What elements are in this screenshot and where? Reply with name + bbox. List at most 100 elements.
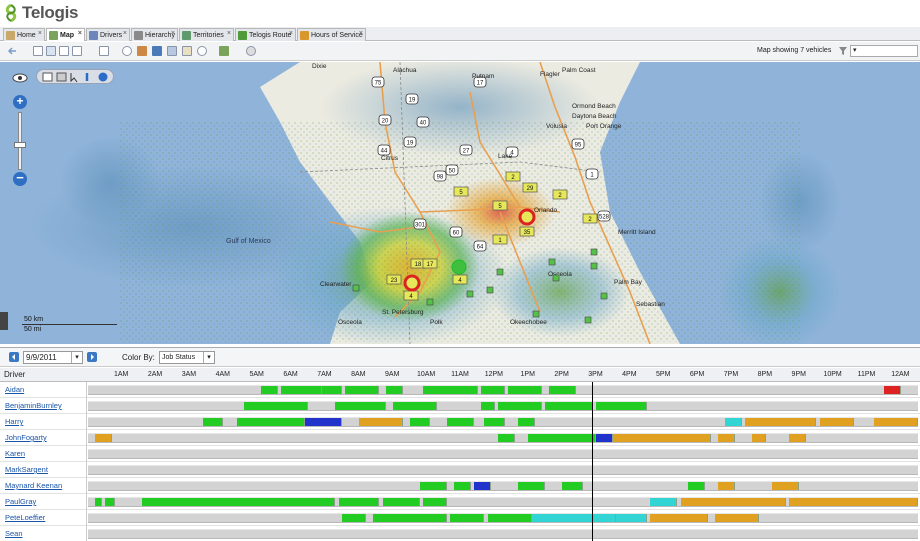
job-segment-completed[interactable] [545,402,593,410]
driver-name-link[interactable]: Harry [5,417,23,426]
job-segment-completed[interactable] [518,482,546,490]
select-mode-icon[interactable] [42,72,53,82]
routes-icon[interactable] [152,46,162,56]
job-segment-completed[interactable] [497,402,542,410]
map-view[interactable]: 75 19 20 40 19 44 50 4 98 27 60 95 1 17 301 64 528 Dixie… [0,62,920,344]
job-segment-scheduled[interactable] [718,482,736,490]
date-picker[interactable]: 9/9/2011 ▾ [23,351,83,364]
job-segment-scheduled[interactable] [680,498,786,506]
driver-row[interactable]: JohnFogarty [0,430,920,446]
driver-name-link[interactable]: BenjaminBurnley [5,401,62,410]
zoom-out-button[interactable]: − [13,171,27,186]
job-segment-completed[interactable] [142,498,336,506]
vehicle-marker[interactable]: 5 [453,186,469,197]
job-segment-completed[interactable] [321,386,343,394]
driver-name-link[interactable]: Aidan [5,385,24,394]
job-segment-completed[interactable] [335,402,387,410]
driver-column-header[interactable]: Driver [4,370,25,379]
vehicles-icon[interactable] [137,46,147,56]
job-segment-en-route[interactable] [592,514,617,522]
stop-marker[interactable] [600,292,608,300]
job-segment-completed[interactable] [342,514,366,522]
job-segment-scheduled[interactable] [359,418,404,426]
chevron-down-icon[interactable]: ▾ [203,352,214,363]
stop-marker[interactable] [590,248,598,256]
selected-vehicle-marker[interactable] [403,274,421,292]
job-segment-completed[interactable] [243,402,309,410]
job-segment-completed[interactable] [528,434,597,442]
prev-day-button[interactable] [9,352,19,362]
driver-timeline[interactable] [88,449,918,459]
job-segment-completed[interactable] [548,386,576,394]
driver-name-link[interactable]: MarkSargent [5,465,48,474]
selected-vehicle-marker[interactable] [451,259,467,275]
driver-name-link[interactable]: JohnFogarty [5,433,47,442]
vehicle-marker[interactable]: 17 [422,258,438,269]
job-segment-scheduled[interactable] [752,434,766,442]
vehicle-marker[interactable]: 4 [403,290,419,301]
stop-marker[interactable] [552,274,560,282]
layout-split-icon[interactable] [46,46,56,56]
tab-hours-of-service[interactable]: Hours of Service × [297,28,366,41]
back-icon[interactable] [7,46,18,56]
job-segment-completed[interactable] [687,482,705,490]
job-segment-in-progress[interactable] [474,482,492,490]
map-canvas[interactable]: 75 19 20 40 19 44 50 4 98 27 60 95 1 17 301 64 528 Dixie… [0,62,920,344]
driver-timeline[interactable] [88,465,918,475]
job-segment-scheduled[interactable] [94,434,112,442]
job-segment-completed[interactable] [281,386,322,394]
job-segment-completed[interactable] [386,386,404,394]
job-segment-scheduled[interactable] [714,514,759,522]
job-segment-completed[interactable] [338,498,380,506]
job-segment-completed[interactable] [392,402,437,410]
globe-icon[interactable] [98,72,108,82]
job-segment-scheduled[interactable] [789,434,807,442]
clock-icon[interactable] [197,46,207,56]
zoom-slider-thumb[interactable] [14,142,26,148]
driver-name-link[interactable]: Maynard Keenan [5,481,62,490]
driver-row[interactable]: Sean [0,526,920,541]
stop-marker[interactable] [584,316,592,324]
job-segment-completed[interactable] [420,482,448,490]
tab-home[interactable]: Home × [3,28,45,41]
close-icon[interactable]: × [38,30,42,37]
tab-telogis-route[interactable]: Telogis Route × [235,28,296,41]
filter-dropdown[interactable]: ▾ [850,45,918,57]
driver-row[interactable]: PaulGray [0,494,920,510]
job-segment-completed[interactable] [260,386,278,394]
job-segment-completed[interactable] [423,386,478,394]
fit-extent-icon[interactable] [99,46,109,56]
zoom-search-icon[interactable] [122,46,132,56]
job-segment-scheduled[interactable] [873,418,918,426]
vehicle-marker[interactable]: 29 [522,182,538,193]
job-segment-en-route[interactable] [531,514,593,522]
stop-marker[interactable] [496,268,504,276]
driver-timeline[interactable] [88,433,918,443]
job-segment-completed[interactable] [94,498,102,506]
job-segment-completed[interactable] [104,498,116,506]
stop-marker[interactable] [532,310,540,318]
job-segment-completed[interactable] [484,418,505,426]
close-icon[interactable]: × [359,30,363,37]
job-segment-completed[interactable] [480,402,495,410]
job-segment-scheduled[interactable] [772,482,800,490]
stop-marker[interactable] [466,290,474,298]
job-segment-completed[interactable] [409,418,431,426]
tab-hierarchy[interactable]: Hierarchy × [131,28,178,41]
stop-marker[interactable] [486,286,494,294]
tab-drivers[interactable]: Drivers × [86,28,130,41]
driver-name-link[interactable]: PaulGray [5,497,36,506]
color-by-select[interactable]: Job Status ▾ [159,351,215,364]
job-segment-en-route[interactable] [724,418,742,426]
tab-territories[interactable]: Territories × [179,28,234,41]
driver-timeline[interactable] [88,497,918,507]
calendar-icon[interactable] [182,46,192,56]
layers-icon[interactable] [219,46,229,56]
job-segment-completed[interactable] [447,418,475,426]
vehicle-marker[interactable]: 4 [452,274,468,285]
driver-row[interactable]: Maynard Keenan [0,478,920,494]
driver-timeline[interactable] [88,529,918,539]
layout-vertical-icon[interactable] [59,46,69,56]
driver-timeline[interactable] [88,385,918,395]
driver-timeline[interactable] [88,417,918,427]
